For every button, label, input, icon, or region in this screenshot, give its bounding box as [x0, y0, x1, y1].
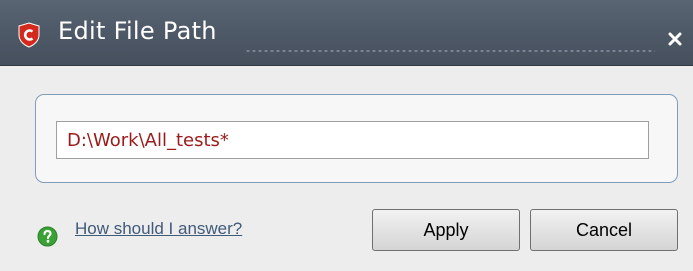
cancel-button[interactable]: Cancel — [530, 209, 678, 251]
apply-button[interactable]: Apply — [372, 209, 520, 251]
help-link[interactable]: How should I answer? — [75, 219, 242, 239]
title-dotted-separator — [245, 50, 655, 52]
path-group-box — [35, 94, 678, 183]
comodo-shield-icon — [18, 22, 40, 48]
title-bar[interactable]: Edit File Path — [0, 0, 693, 66]
close-icon[interactable] — [666, 30, 684, 48]
window-title: Edit File Path — [58, 17, 217, 45]
edit-file-path-dialog: Edit File Path How should I answer? Appl… — [0, 0, 693, 271]
dialog-body: How should I answer? Apply Cancel — [0, 66, 693, 271]
file-path-input[interactable] — [56, 121, 649, 159]
question-circle-icon[interactable] — [37, 226, 58, 247]
